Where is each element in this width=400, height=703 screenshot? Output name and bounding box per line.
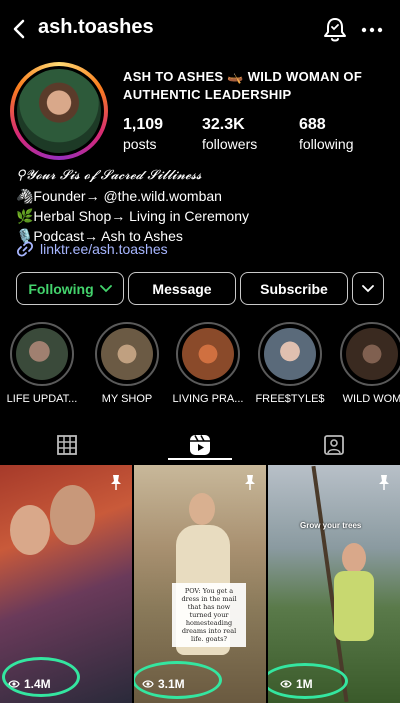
posts-label: posts xyxy=(123,136,157,152)
pin-icon xyxy=(111,475,121,490)
subscribe-button-label: Subscribe xyxy=(260,280,328,297)
bio-line: 🌿Herbal Shop→ Living in Ceremony xyxy=(16,208,249,224)
following-count[interactable]: 688 following xyxy=(299,116,353,152)
highlight-cover xyxy=(346,328,398,380)
highlight-label: WILD WOM xyxy=(342,393,400,405)
highlight-circle-annotation xyxy=(134,661,222,699)
subscribe-button[interactable]: Subscribe xyxy=(240,272,348,305)
followers-value: 32.3K xyxy=(202,116,245,133)
notification-bell-icon[interactable] xyxy=(322,16,348,44)
active-tab-indicator xyxy=(168,458,232,460)
message-button[interactable]: Message xyxy=(128,272,236,305)
posts-value: 1,109 xyxy=(123,116,164,133)
highlight-freestyles[interactable]: FREE$TYLE$ xyxy=(250,322,330,405)
tagged-person-icon xyxy=(323,435,344,455)
profile-link-text: linktr.ee/ash.toashes xyxy=(40,241,168,257)
reel-overlay-text: Grow your trees xyxy=(300,521,362,530)
bio-line: 🦓Founder→ @the.wild.womban xyxy=(16,188,222,204)
highlight-label: FREE$TYLE$ xyxy=(255,393,325,405)
reel-thumbnail xyxy=(342,543,366,573)
chevron-down-icon xyxy=(362,284,374,292)
reels-icon xyxy=(189,435,210,455)
pin-icon xyxy=(379,475,389,490)
following-label: following xyxy=(299,136,354,152)
reel-thumbnail xyxy=(189,493,215,525)
reel-thumbnail xyxy=(10,505,50,555)
reel-tile[interactable]: 1.4M xyxy=(0,465,132,703)
highlight-living-practice[interactable]: LIVING PRA... xyxy=(168,322,248,405)
following-value: 688 xyxy=(299,116,326,133)
posts-count[interactable]: 1,109 posts xyxy=(123,116,163,152)
highlight-life-updates[interactable]: LIFE UPDAT... xyxy=(2,322,82,405)
chevron-down-icon xyxy=(99,284,112,292)
suggested-accounts-button[interactable] xyxy=(352,272,384,305)
bio-line: ⚲𝓨𝓸𝓾𝓻 𝓢𝓲𝓼 𝓸𝓯 𝓢𝓪𝓬𝓻𝓮𝓭 𝓢𝓲𝓵𝓵𝓲𝓷𝓮𝓼𝓼 xyxy=(16,168,202,183)
followers-label: followers xyxy=(202,136,258,152)
highlight-cover xyxy=(182,328,234,380)
top-bar: ash.toashes xyxy=(0,0,400,60)
tab-grid[interactable] xyxy=(0,425,133,465)
highlight-cover xyxy=(16,328,68,380)
avatar-photo xyxy=(17,69,101,153)
highlight-my-shop[interactable]: MY SHOP xyxy=(87,322,167,405)
following-button[interactable]: Following xyxy=(16,272,124,305)
following-button-label: Following xyxy=(28,280,94,297)
profile-avatar[interactable] xyxy=(10,62,108,160)
back-arrow-icon[interactable] xyxy=(8,17,32,41)
grid-icon xyxy=(56,435,77,455)
link-icon xyxy=(16,241,34,257)
pin-icon xyxy=(245,475,255,490)
highlight-circle-annotation xyxy=(268,663,348,699)
highlight-label: LIVING PRA... xyxy=(172,393,244,405)
highlight-cover xyxy=(264,328,316,380)
reel-caption: POV: You get a dress in the mail that ha… xyxy=(172,583,246,647)
profile-display-name: ASH TO ASHES 🛶 WILD WOMAN OF AUTHENTIC L… xyxy=(123,69,363,102)
tab-tagged[interactable] xyxy=(267,425,400,465)
profile-username: ash.toashes xyxy=(38,16,154,38)
highlight-circle-annotation xyxy=(2,657,80,697)
highlight-label: LIFE UPDAT... xyxy=(6,393,78,405)
profile-bio: ⚲𝓨𝓸𝓾𝓻 𝓢𝓲𝓼 𝓸𝓯 𝓢𝓪𝓬𝓻𝓮𝓭 𝓢𝓲𝓵𝓵𝓲𝓷𝓮𝓼𝓼 🦓Founder→ … xyxy=(16,166,386,246)
followers-count[interactable]: 32.3K followers xyxy=(202,116,257,152)
highlight-cover xyxy=(101,328,153,380)
message-button-label: Message xyxy=(152,280,212,297)
reel-tile[interactable]: POV: You get a dress in the mail that ha… xyxy=(134,465,266,703)
reel-tile[interactable]: Grow your trees 1M xyxy=(268,465,400,703)
highlight-wild-woman[interactable]: WILD WOM xyxy=(332,322,400,405)
more-options-icon[interactable] xyxy=(360,20,384,40)
profile-link[interactable]: linktr.ee/ash.toashes xyxy=(16,240,168,258)
highlight-label: MY SHOP xyxy=(101,393,153,405)
